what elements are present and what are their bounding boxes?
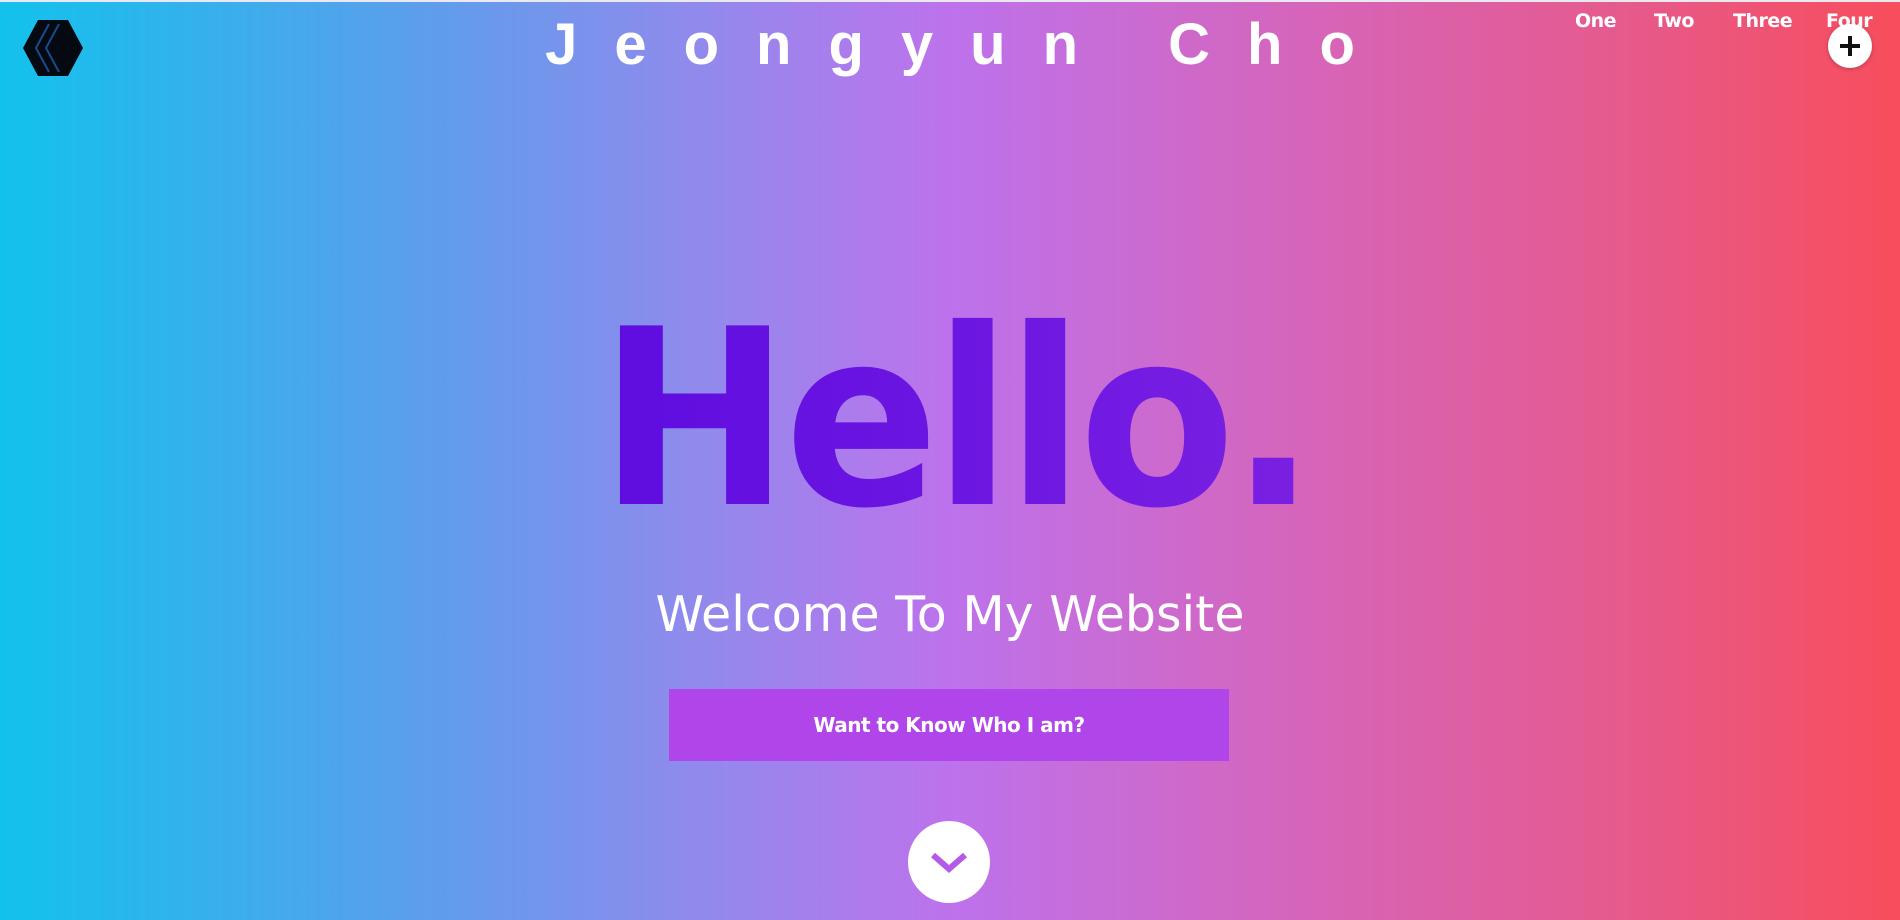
hello-text: Hello. xyxy=(599,280,1311,520)
chevron-down-icon xyxy=(931,852,967,873)
scroll-down-button[interactable] xyxy=(908,821,990,903)
nav-link-one[interactable]: One xyxy=(1575,8,1617,34)
nav-link-three[interactable]: Three xyxy=(1733,8,1793,34)
who-am-i-button[interactable]: Want to Know Who I am? xyxy=(669,689,1229,761)
hero-headline: Hello. xyxy=(599,280,1317,520)
welcome-subtitle: Welcome To My Website xyxy=(655,586,1245,643)
nav-link-two[interactable]: Two xyxy=(1654,8,1694,34)
menu-plus-button[interactable] xyxy=(1828,24,1872,68)
top-border xyxy=(0,0,1900,2)
plus-icon xyxy=(1840,36,1860,56)
